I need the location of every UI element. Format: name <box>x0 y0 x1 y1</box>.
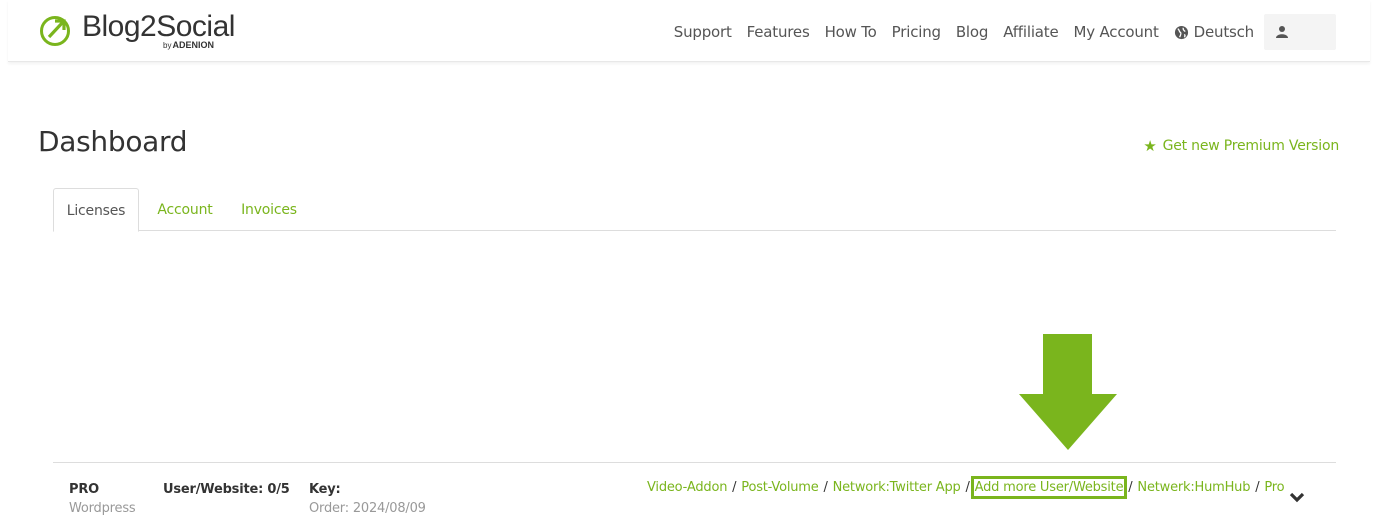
nav-pricing[interactable]: Pricing <box>892 23 941 41</box>
nav-blog[interactable]: Blog <box>956 23 989 41</box>
nav-how-to[interactable]: How To <box>825 23 877 41</box>
nav-language[interactable]: Deutsch <box>1174 23 1254 41</box>
user-menu-button[interactable] <box>1264 14 1336 50</box>
license-plan: PRO <box>69 482 99 497</box>
site-header: Blog2Social byADENION Support Features H… <box>8 0 1370 62</box>
logo-company-name: ADENION <box>172 40 214 50</box>
user-icon <box>1276 26 1288 38</box>
addon-network-humhub[interactable]: Netwerk:HumHub <box>1137 480 1250 495</box>
down-arrow-icon <box>1019 334 1117 450</box>
chevron-down-icon[interactable] <box>1289 491 1305 505</box>
star-icon: ★ <box>1143 137 1157 155</box>
page-title: Dashboard <box>38 125 188 158</box>
license-plan-cell: PRO Wordpress <box>69 482 136 516</box>
addon-pro[interactable]: Pro <box>1264 480 1284 495</box>
logo-company: byADENION <box>163 40 214 50</box>
license-key-label: Key: <box>309 482 341 497</box>
dashboard-tabs: Licenses Account Invoices <box>53 188 1336 232</box>
premium-link-label: Get new Premium Version <box>1162 138 1340 154</box>
license-users-cell: User/Website: 0/5 <box>163 482 290 497</box>
logo-mark-icon <box>40 16 70 46</box>
addon-list: Video-Addon / Post-Volume / Network:Twit… <box>647 476 1285 499</box>
tab-account[interactable]: Account <box>147 188 223 231</box>
license-key-cell: Key: Order: 2024/08/09 <box>309 482 426 516</box>
logo-by: by <box>163 41 172 50</box>
license-users: User/Website: 0/5 <box>163 482 290 497</box>
license-row: PRO Wordpress User/Website: 0/5 Key: Ord… <box>53 462 1336 528</box>
nav-my-account[interactable]: My Account <box>1074 23 1159 41</box>
language-label: Deutsch <box>1193 23 1255 41</box>
addon-add-more-users[interactable]: Add more User/Website <box>970 476 1128 499</box>
nav-support[interactable]: Support <box>674 23 732 41</box>
nav-features[interactable]: Features <box>747 23 810 41</box>
tab-invoices[interactable]: Invoices <box>235 188 303 231</box>
globe-icon <box>1174 25 1188 39</box>
logo-text: Blog2Social <box>82 10 235 43</box>
addon-network-twitter-app[interactable]: Network:Twitter App <box>833 480 961 495</box>
main-nav: Support Features How To Pricing Blog Aff… <box>659 14 1336 50</box>
addon-video[interactable]: Video-Addon <box>647 480 727 495</box>
blog2social-logo[interactable]: Blog2Social byADENION <box>39 10 269 51</box>
license-platform: Wordpress <box>69 501 136 516</box>
license-order-date: Order: 2024/08/09 <box>309 501 426 516</box>
addon-post-volume[interactable]: Post-Volume <box>741 480 818 495</box>
tab-licenses[interactable]: Licenses <box>53 188 139 232</box>
get-premium-link[interactable]: ★ Get new Premium Version <box>1143 137 1339 155</box>
nav-affiliate[interactable]: Affiliate <box>1003 23 1058 41</box>
